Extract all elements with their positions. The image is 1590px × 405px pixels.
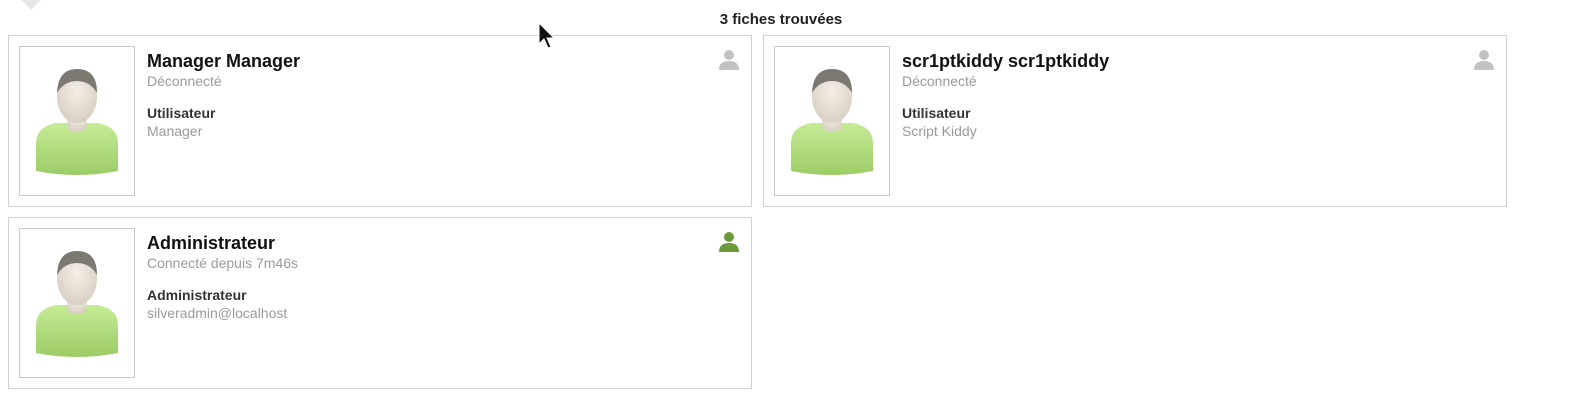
collapse-tab[interactable] [18,0,44,10]
default-avatar-icon [791,69,873,175]
user-offline-icon [719,50,739,70]
result-count-label: 3 fiches trouvées [719,11,843,28]
user-name[interactable]: Manager Manager [147,50,300,72]
default-avatar-icon [36,69,118,175]
user-offline-icon [1474,50,1494,70]
user-info: Manager Manager Déconnecté Utilisateur M… [147,50,300,140]
user-directory-page: 3 fiches trouvées Manager Manager Déconn… [0,0,1590,405]
avatar[interactable] [19,228,135,378]
user-role: Utilisateur [147,105,216,121]
user-name[interactable]: Administrateur [147,232,298,254]
user-card[interactable]: Administrateur Connecté depuis 7m46s Adm… [8,217,752,389]
user-card[interactable]: scr1ptkiddy scr1ptkiddy Déconnecté Utili… [763,35,1507,207]
user-detail: silveradmin@localhost [147,305,288,321]
user-info: scr1ptkiddy scr1ptkiddy Déconnecté Utili… [902,50,1109,140]
user-status: Déconnecté [147,73,222,89]
user-role: Administrateur [147,287,247,303]
user-status: Connecté depuis 7m46s [147,255,298,271]
user-detail: Script Kiddy [902,123,977,139]
avatar[interactable] [774,46,890,196]
user-status: Déconnecté [902,73,977,89]
user-info: Administrateur Connecté depuis 7m46s Adm… [147,232,298,322]
user-role: Utilisateur [902,105,971,121]
avatar[interactable] [19,46,135,196]
default-avatar-icon [36,251,118,357]
user-detail: Manager [147,123,203,139]
user-online-icon [719,232,739,252]
mouse-cursor-icon [538,22,556,49]
user-name[interactable]: scr1ptkiddy scr1ptkiddy [902,50,1109,72]
user-card[interactable]: Manager Manager Déconnecté Utilisateur M… [8,35,752,207]
